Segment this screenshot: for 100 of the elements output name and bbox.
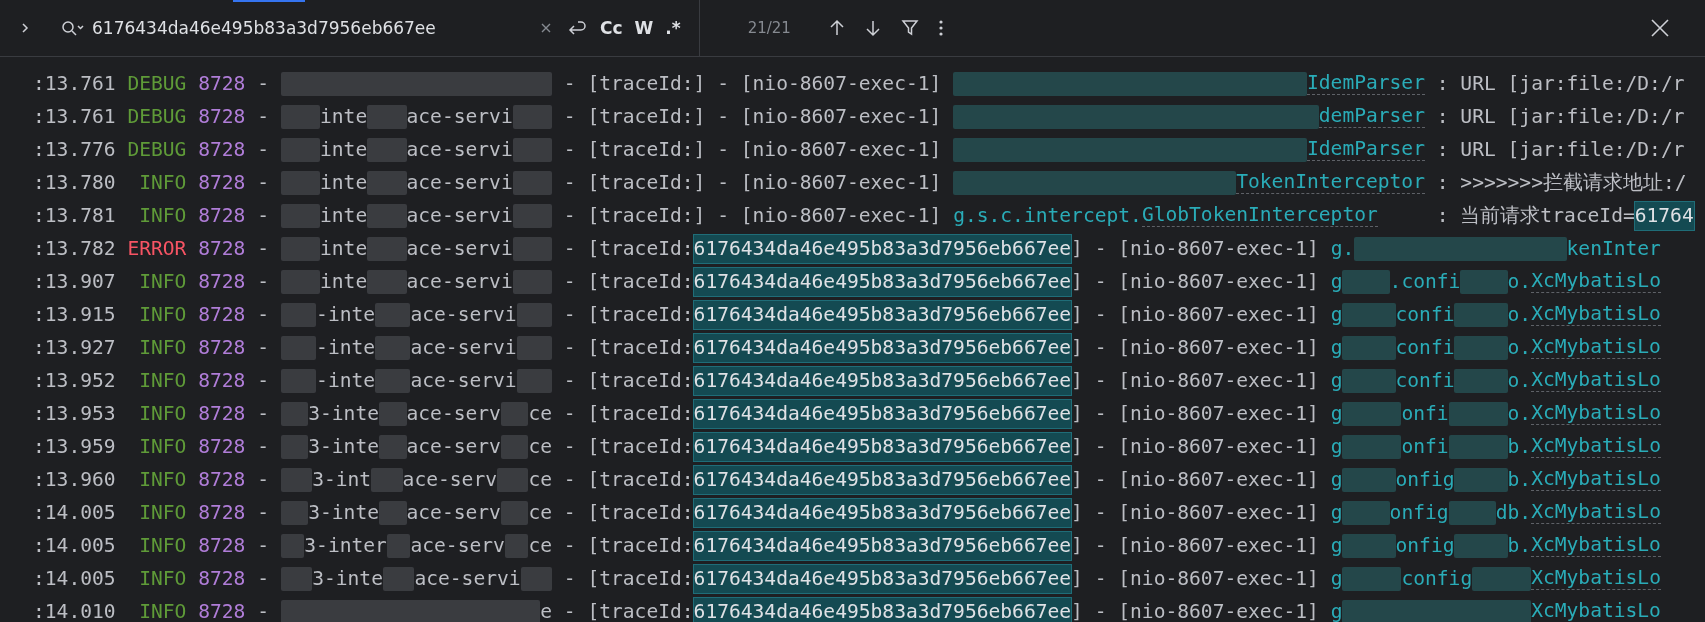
log-time: :13.927 — [33, 337, 116, 358]
log-text: ] — [1071, 403, 1083, 424]
log-level: INFO — [138, 535, 187, 556]
process-id: 8728 — [198, 568, 246, 589]
separator-dash: - — [257, 568, 269, 589]
thread-name: - [nio-8607-exec-1] — [717, 172, 942, 193]
separator-dash: - — [257, 601, 269, 622]
class-link[interactable]: XcMybatisLo — [1531, 270, 1661, 293]
redacted-blur-icon — [280, 335, 317, 360]
log-text: confi — [1395, 304, 1455, 325]
class-link[interactable]: XcMybatisLo — [1531, 501, 1661, 524]
log-text: ce — [528, 502, 552, 523]
class-link[interactable]: XcMybatisLo — [1531, 567, 1661, 590]
process-id: 8728 — [198, 139, 246, 160]
class-link[interactable]: IdemParser — [1307, 72, 1425, 95]
redacted-blur-icon — [1472, 566, 1532, 591]
log-text: - [traceId: — [563, 535, 694, 556]
log-text: confi — [1395, 337, 1455, 358]
log-text: confi — [1395, 370, 1455, 391]
thread-name: - [nio-8607-exec-1] — [1094, 238, 1319, 259]
log-text: onfig — [1395, 535, 1455, 556]
search-option-toggle[interactable]: Cc — [594, 15, 629, 41]
log-text: o. — [1507, 271, 1532, 292]
log-text: : >>>>>>>拦截请求地址:/ — [1436, 172, 1687, 193]
redacted-blur-icon — [280, 566, 313, 591]
log-text: 3-inte — [308, 403, 379, 424]
log-level: DEBUG — [127, 73, 187, 94]
thread-name: - [nio-8607-exec-1] — [1094, 403, 1319, 424]
class-link[interactable]: XcMybatisLo — [1531, 402, 1661, 425]
separator-dash: - — [257, 205, 269, 226]
class-link[interactable]: XcMybatisLo — [1531, 600, 1661, 622]
search-icon[interactable] — [60, 19, 84, 37]
log-text: : 当前请求traceId= — [1436, 205, 1635, 226]
log-time: :14.005 — [33, 535, 116, 556]
search-option-toggle[interactable]: W — [628, 15, 660, 41]
log-text: g — [1330, 370, 1343, 391]
log-text: - [traceId: — [563, 271, 694, 292]
class-link[interactable]: demParser — [1318, 105, 1425, 128]
redacted-blur-icon — [379, 500, 407, 525]
log-time: :13.915 — [33, 304, 116, 325]
log-text: - [traceId: — [563, 502, 694, 523]
log-time: :13.781 — [33, 205, 116, 226]
process-id: 8728 — [198, 304, 246, 325]
log-text: g — [1330, 271, 1343, 292]
log-time: :13.761 — [33, 73, 116, 94]
separator-dash: - — [257, 238, 269, 259]
log-level: INFO — [138, 568, 187, 589]
search-match: 6176434da46e495b83a3d7956eb667ee — [693, 333, 1072, 362]
redacted-blur-icon — [1342, 434, 1402, 459]
class-link[interactable]: XcMybatisLo — [1531, 369, 1661, 392]
log-text: - [traceId:] — [563, 106, 706, 127]
redacted-blur-icon — [1342, 269, 1390, 294]
log-text: : URL [jar:file:/D:/r — [1436, 139, 1685, 160]
log-time: :13.959 — [33, 436, 116, 457]
search-option-toggle[interactable]: .* — [659, 15, 687, 41]
log-text: : URL [jar:file:/D:/r — [1436, 106, 1685, 127]
process-id: 8728 — [198, 535, 246, 556]
log-text: - [traceId: — [563, 304, 694, 325]
process-id: 8728 — [198, 205, 246, 226]
thread-name: - [nio-8607-exec-1] — [1094, 304, 1319, 325]
class-link[interactable]: GlobTokenInterceptor — [1141, 204, 1378, 227]
class-link[interactable]: XcMybatisLo — [1531, 468, 1661, 491]
class-link[interactable]: XcMybatisLo — [1531, 534, 1661, 557]
search-field[interactable]: 6176434da46e495b83a3d7956eb667ee — [50, 17, 534, 39]
redacted-blur-icon — [280, 236, 321, 261]
class-link[interactable]: XcMybatisLo — [1531, 303, 1661, 326]
log-text: ace-servi — [406, 271, 513, 292]
class-link[interactable]: XcMybatisLo — [1531, 435, 1661, 458]
thread-name: - [nio-8607-exec-1] — [1094, 469, 1319, 490]
search-match: 6176434da46e495b83a3d7956eb667ee — [693, 432, 1072, 461]
log-text: o. — [1507, 403, 1532, 424]
log-text: ace-servi — [410, 370, 517, 391]
redacted-blur-icon — [1342, 302, 1396, 327]
log-text: ce — [528, 403, 552, 424]
thread-name: - [nio-8607-exec-1] — [1094, 436, 1319, 457]
log-text: ] — [1071, 238, 1083, 259]
log-time: :13.761 — [33, 106, 116, 127]
process-id: 8728 — [198, 106, 246, 127]
log-time: :13.907 — [33, 271, 116, 292]
redacted-blur-icon — [367, 236, 407, 261]
log-text: inte — [320, 238, 368, 259]
log-text: ce — [528, 469, 553, 490]
log-text: kenInter — [1566, 238, 1661, 259]
redacted-blur-icon — [280, 71, 553, 96]
search-match: 6176434da46e495b83a3d7956eb667ee — [693, 300, 1072, 329]
thread-name: - [nio-8607-exec-1] — [717, 106, 942, 127]
class-link[interactable]: TokenInterceptor — [1236, 171, 1425, 194]
log-level: INFO — [138, 172, 187, 193]
log-text: ace-serv — [406, 436, 501, 457]
redacted-blur-icon — [516, 368, 553, 393]
log-time: :14.010 — [33, 601, 116, 622]
search-match: 61764 — [1634, 201, 1694, 230]
class-link[interactable]: IdemParser — [1307, 138, 1425, 161]
redacted-blur-icon — [500, 500, 529, 525]
class-link[interactable]: XcMybatisLo — [1531, 336, 1661, 359]
log-text: b. — [1507, 535, 1532, 556]
log-text: - [traceId: — [563, 238, 694, 259]
redacted-blur-icon — [367, 137, 407, 162]
redacted-blur-icon — [379, 401, 407, 426]
redacted-blur-icon — [386, 533, 411, 558]
